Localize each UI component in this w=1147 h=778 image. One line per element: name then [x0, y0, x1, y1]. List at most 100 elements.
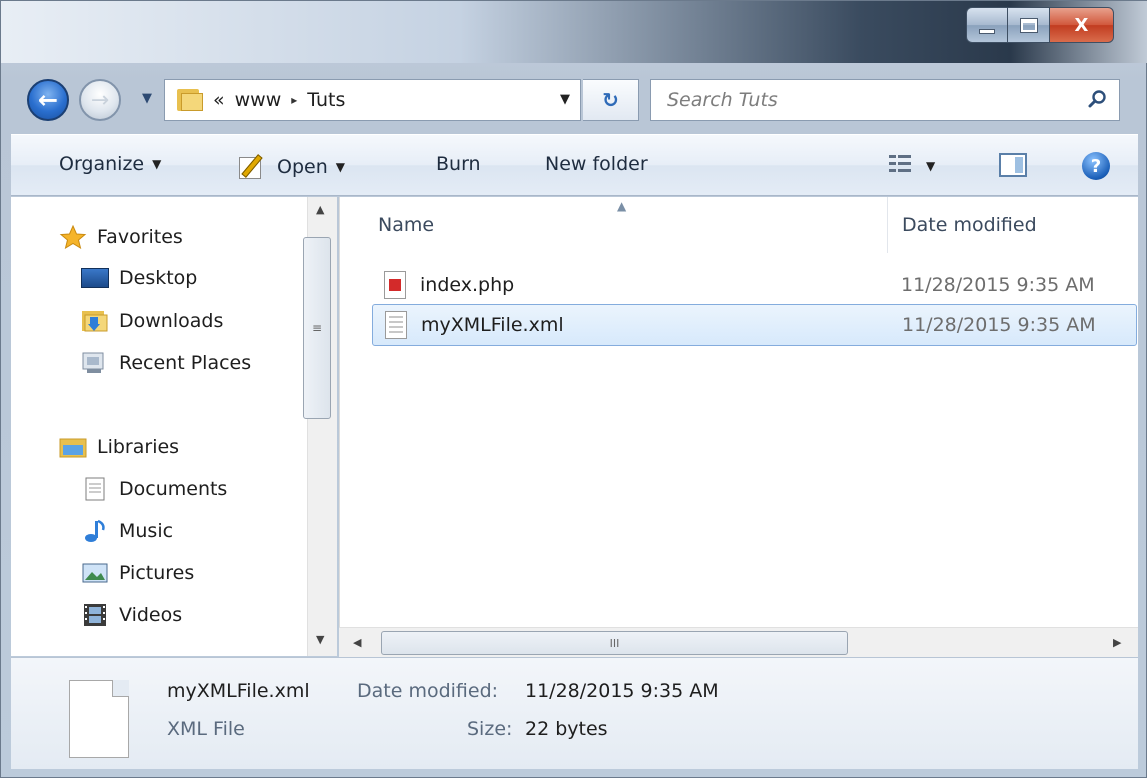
sidebar-item-music[interactable]: Music: [81, 519, 173, 543]
open-label: Open: [277, 156, 328, 178]
scroll-right-icon[interactable]: ▶: [1113, 636, 1121, 649]
favorites-label: Favorites: [97, 226, 183, 248]
preview-pane-icon[interactable]: [999, 153, 1027, 177]
address-dropdown-icon[interactable]: ▼: [560, 92, 570, 107]
organize-label: Organize: [59, 153, 145, 175]
file-date-modified: 11/28/2015 9:35 AM: [901, 274, 1095, 296]
file-row-myxmlfile-xml[interactable]: myXMLFile.xml 11/28/2015 9:35 AM: [372, 304, 1137, 346]
sidebar-item-videos[interactable]: Videos: [81, 603, 182, 627]
forward-button[interactable]: →: [79, 79, 121, 121]
sidebar-item-downloads[interactable]: Downloads: [81, 309, 223, 333]
breadcrumb: « www ▸ Tuts: [213, 89, 345, 111]
column-header-date-modified[interactable]: Date modified: [902, 214, 1037, 236]
sidebar-item-label: Desktop: [119, 267, 198, 289]
close-button[interactable]: X: [1050, 7, 1114, 43]
burn-button[interactable]: Burn: [436, 153, 481, 175]
close-icon: X: [1074, 14, 1089, 36]
sort-ascending-icon: ▲: [617, 199, 627, 213]
grip-icon: ≡: [311, 321, 323, 335]
back-button[interactable]: ←: [27, 79, 69, 121]
libraries-label: Libraries: [97, 436, 180, 458]
open-button[interactable]: Open ▼: [239, 153, 345, 181]
desktop-icon: [81, 268, 109, 288]
search-icon[interactable]: [1087, 89, 1107, 109]
folder-icon: [177, 89, 203, 111]
breadcrumb-separator-icon[interactable]: ▸: [291, 93, 297, 107]
xml-file-large-icon: [69, 680, 129, 758]
address-bar[interactable]: « www ▸ Tuts ▼: [164, 79, 581, 121]
minimize-button[interactable]: [966, 7, 1008, 43]
file-row-index-php[interactable]: index.php 11/28/2015 9:35 AM: [372, 264, 1137, 306]
file-name: index.php: [420, 274, 515, 296]
column-header-name[interactable]: Name: [378, 214, 434, 236]
navigation-pane-scroll-thumb[interactable]: ≡: [303, 237, 331, 419]
column-divider[interactable]: [887, 197, 888, 253]
maximize-icon: [1019, 17, 1038, 33]
forward-arrow-icon: →: [90, 87, 110, 113]
chevron-down-icon: ▼: [142, 91, 152, 106]
sidebar-item-label: Downloads: [119, 310, 224, 332]
new-folder-button[interactable]: New folder: [545, 153, 648, 175]
organize-button[interactable]: Organize ▼: [59, 153, 161, 175]
refresh-icon: ↻: [602, 88, 619, 112]
scroll-left-icon[interactable]: ◀: [353, 636, 361, 649]
breadcrumb-overflow[interactable]: «: [213, 89, 225, 111]
details-size-label: Size:: [467, 718, 513, 740]
title-bar[interactable]: X: [1, 1, 1147, 63]
new-folder-label: New folder: [545, 153, 648, 175]
sidebar-item-documents[interactable]: Documents: [81, 477, 227, 501]
breadcrumb-item-www[interactable]: www: [235, 89, 282, 111]
details-size-value: 22 bytes: [525, 718, 608, 740]
minimize-icon: [979, 28, 995, 34]
sidebar-item-label: Recent Places: [119, 352, 252, 374]
details-date-value: 11/28/2015 9:35 AM: [525, 680, 719, 702]
refresh-button[interactable]: ↻: [583, 79, 639, 121]
downloads-folder-icon: [82, 311, 108, 332]
details-date-label: Date modified:: [357, 680, 499, 702]
pictures-icon: [82, 563, 108, 583]
recent-pages-dropdown[interactable]: ▼: [142, 91, 152, 106]
file-list: ▲ Name Date modified index.php 11/28/201…: [339, 197, 1138, 627]
search-box[interactable]: Search Tuts: [650, 79, 1120, 121]
scroll-up-icon[interactable]: ▲: [316, 203, 324, 216]
file-date-modified: 11/28/2015 9:35 AM: [902, 314, 1096, 336]
scroll-down-icon[interactable]: ▼: [316, 633, 324, 646]
change-view-icon[interactable]: [889, 155, 911, 175]
documents-icon: [85, 477, 105, 501]
music-note-icon: [85, 519, 105, 542]
grip-icon: III: [609, 636, 620, 650]
back-arrow-icon: ←: [37, 86, 59, 114]
sidebar-group-libraries[interactable]: Libraries: [59, 435, 179, 459]
details-file-name: myXMLFile.xml: [167, 680, 310, 702]
burn-label: Burn: [436, 153, 481, 175]
sidebar-item-label: Music: [119, 520, 174, 542]
file-name: myXMLFile.xml: [421, 314, 564, 336]
sidebar-item-label: Documents: [119, 478, 228, 500]
sidebar-item-recent-places[interactable]: Recent Places: [81, 351, 251, 375]
chevron-down-icon[interactable]: ▼: [336, 160, 345, 174]
navigation-pane: Favorites Desktop Downloads Recent Place…: [11, 197, 307, 656]
help-button[interactable]: ?: [1082, 152, 1110, 180]
sidebar-item-label: Pictures: [119, 562, 195, 584]
maximize-button[interactable]: [1008, 7, 1050, 43]
php-file-icon: [384, 271, 406, 299]
sidebar-item-label: Videos: [119, 604, 183, 626]
xml-file-icon: [385, 311, 407, 339]
open-icon: [239, 153, 269, 181]
caption-buttons: X: [966, 7, 1114, 43]
sidebar-group-favorites[interactable]: Favorites: [59, 225, 183, 249]
sidebar-item-desktop[interactable]: Desktop: [81, 267, 197, 289]
details-pane: myXMLFile.xml Date modified: 11/28/2015 …: [11, 657, 1138, 769]
horizontal-scrollbar[interactable]: ◀ III ▶: [339, 627, 1138, 657]
sidebar-item-pictures[interactable]: Pictures: [81, 561, 194, 585]
horizontal-scroll-thumb[interactable]: III: [381, 631, 848, 655]
breadcrumb-item-tuts[interactable]: Tuts: [307, 89, 345, 111]
search-input[interactable]: Search Tuts: [667, 89, 778, 111]
libraries-icon: [59, 438, 87, 458]
details-file-type: XML File: [167, 718, 245, 740]
film-strip-icon: [84, 604, 106, 626]
recent-places-icon: [82, 352, 104, 373]
command-bar: Organize ▼ Open ▼ Burn New folder ▼ ?: [11, 134, 1138, 196]
view-options-dropdown-icon[interactable]: ▼: [926, 159, 935, 173]
explorer-window: X ← → ▼ « www ▸ Tuts ▼ ↻ Search Tuts Org…: [0, 0, 1147, 778]
